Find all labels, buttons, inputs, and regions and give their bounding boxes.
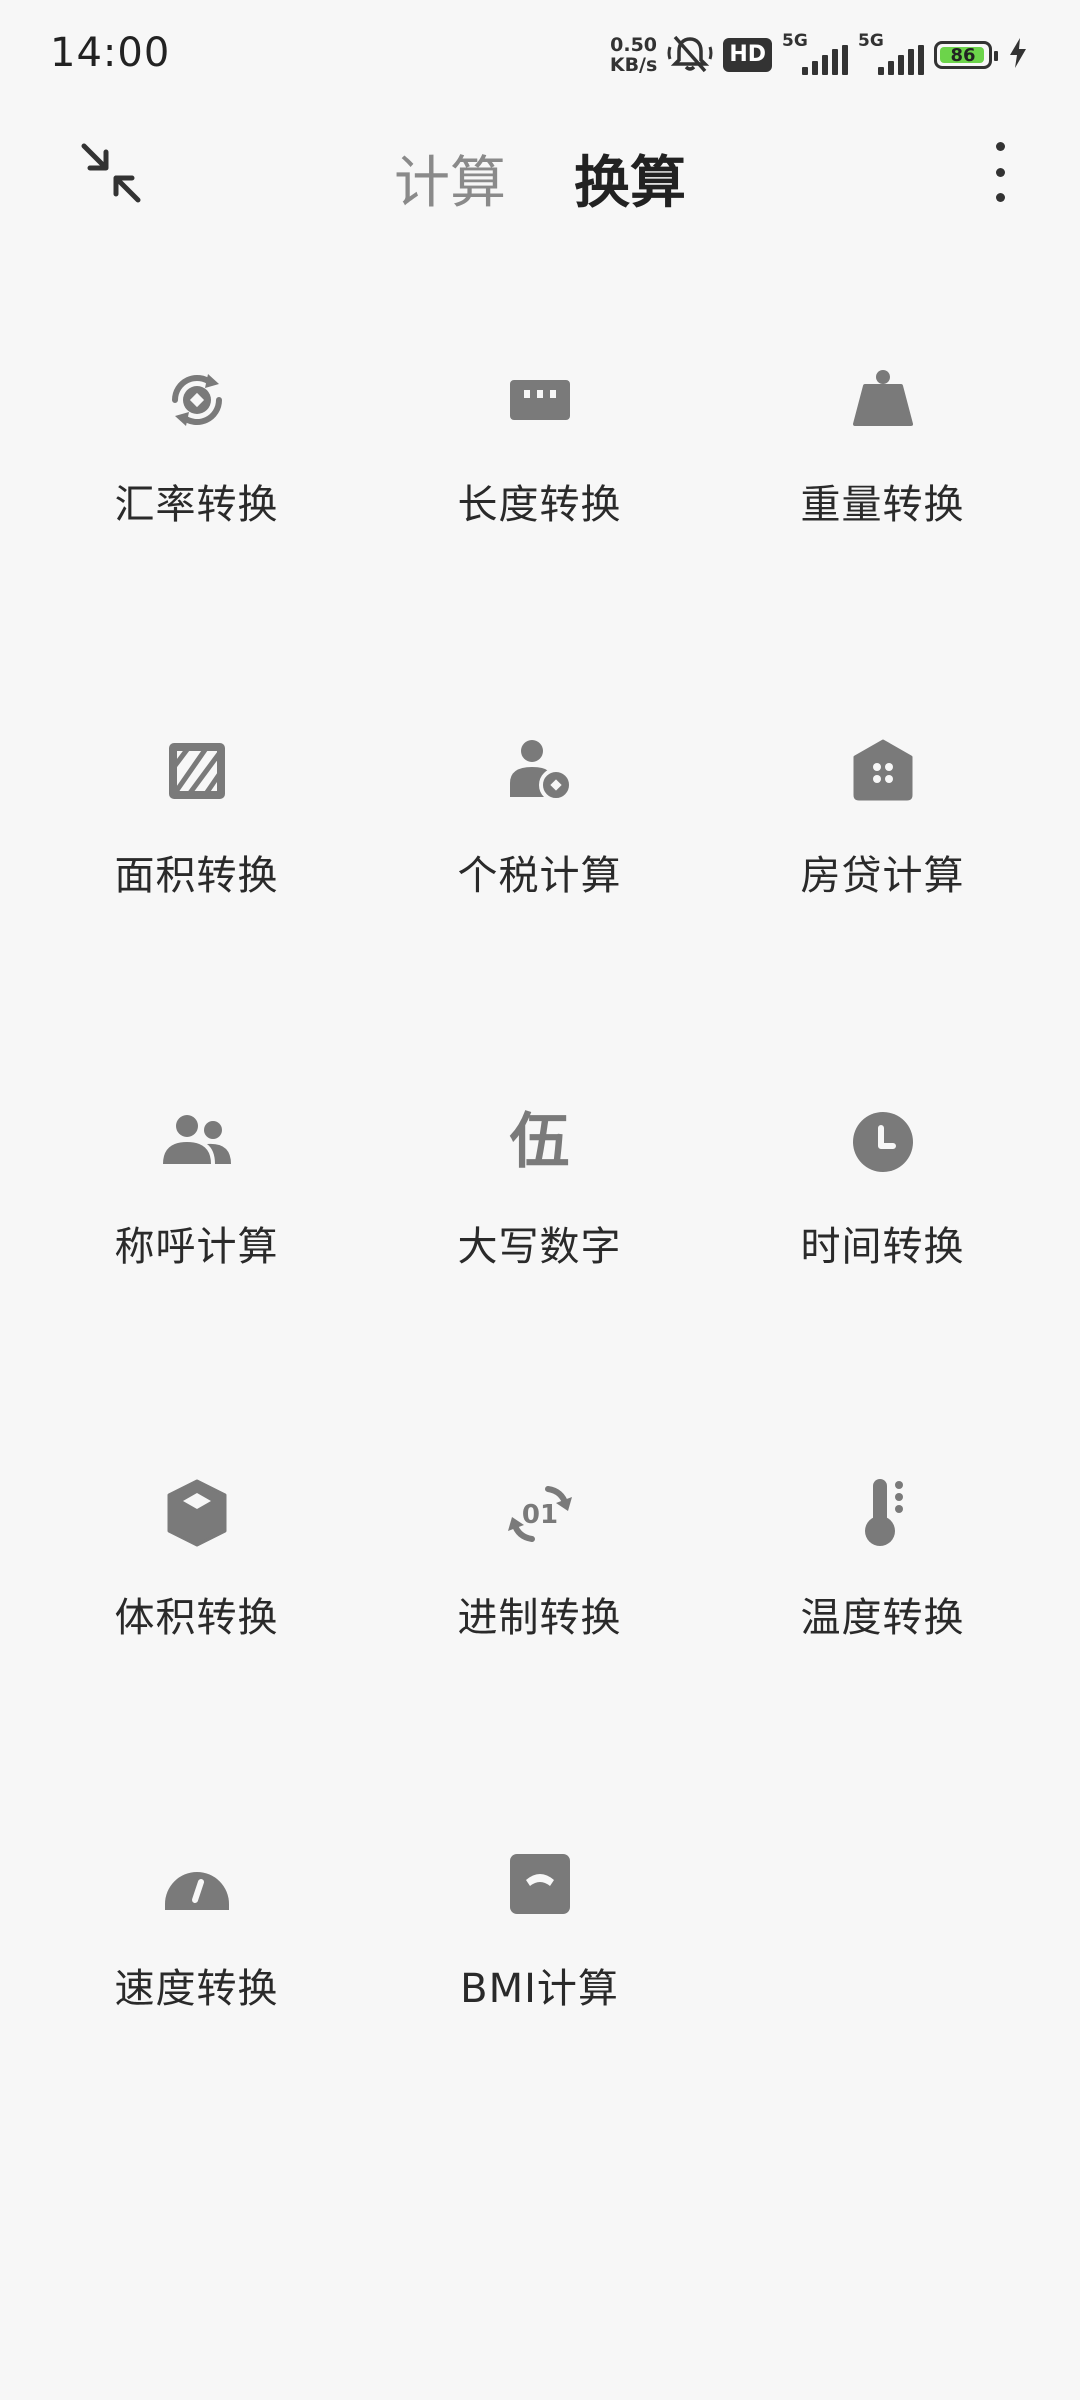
tab-calculate[interactable]: 计算	[394, 130, 506, 227]
tab-convert[interactable]: 换算	[574, 130, 686, 227]
toolbar: 计算 换算	[0, 110, 1080, 235]
ruler-icon	[500, 360, 580, 440]
clock-icon	[843, 1102, 923, 1182]
network-speed-unit: KB/s	[609, 54, 658, 76]
converter-temperature[interactable]: 温度转换	[711, 1433, 1054, 1804]
battery-level: 86	[950, 44, 976, 66]
number-base-icon: 01	[500, 1473, 580, 1553]
converter-label: 面积转换	[114, 853, 279, 899]
network-speed-value: 0.50	[610, 34, 658, 56]
converter-label: 大写数字	[457, 1224, 622, 1270]
weight-icon	[843, 360, 923, 440]
converter-uppercase-number[interactable]: 伍 大写数字	[368, 1062, 711, 1433]
status-icons: 0.50 KB/s HD 5G 5G 86	[610, 30, 1028, 80]
converter-currency-exchange[interactable]: 汇率转换	[25, 320, 368, 691]
converter-label: 温度转换	[800, 1595, 965, 1641]
converter-kinship[interactable]: 称呼计算	[25, 1062, 368, 1433]
charging-icon	[1008, 37, 1028, 73]
sim2-network-type: 5G	[858, 31, 884, 51]
converter-number-base[interactable]: 01 进制转换	[368, 1433, 711, 1804]
converter-speed[interactable]: 速度转换	[25, 1804, 368, 2175]
converter-label: 进制转换	[457, 1595, 622, 1641]
sim1-network-type: 5G	[782, 31, 808, 51]
person-tax-icon	[500, 731, 580, 811]
converter-weight[interactable]: 重量转换	[711, 320, 1054, 691]
converter-mortgage[interactable]: 房贷计算	[711, 691, 1054, 1062]
converter-label: 房贷计算	[800, 853, 965, 899]
uppercase-number-glyph: 伍	[509, 1107, 570, 1177]
currency-exchange-icon	[157, 360, 237, 440]
people-icon	[157, 1102, 237, 1182]
converter-volume[interactable]: 体积转换	[25, 1433, 368, 1804]
converter-label: 长度转换	[457, 482, 622, 528]
converter-label: 称呼计算	[114, 1224, 279, 1270]
area-icon	[157, 731, 237, 811]
converter-length[interactable]: 长度转换	[368, 320, 711, 691]
converter-label: BMI计算	[460, 1966, 619, 2012]
signal-sim1-icon: 5G	[782, 31, 848, 75]
status-time: 14:00	[50, 30, 171, 76]
hd-voice-badge: HD	[723, 38, 772, 72]
more-dot	[995, 142, 1005, 151]
more-dot	[995, 193, 1005, 202]
uppercase-number-icon: 伍	[500, 1102, 580, 1182]
thermometer-icon	[843, 1473, 923, 1553]
house-icon	[843, 731, 923, 811]
mode-tabs: 计算 换算	[0, 130, 1080, 227]
converter-label: 汇率转换	[114, 482, 279, 528]
converter-label: 个税计算	[457, 853, 622, 899]
more-options-button[interactable]	[980, 142, 1020, 202]
network-speed: 0.50 KB/s	[610, 35, 657, 75]
bmi-scale-icon	[500, 1844, 580, 1924]
converter-bmi[interactable]: BMI计算	[368, 1804, 711, 2175]
cube-icon	[157, 1473, 237, 1553]
battery-icon: 86	[934, 41, 998, 69]
speedometer-icon	[157, 1844, 237, 1924]
converter-label: 速度转换	[114, 1966, 279, 2012]
svg-text:01: 01	[521, 1500, 557, 1530]
muted-bell-icon	[667, 33, 713, 77]
converter-income-tax[interactable]: 个税计算	[368, 691, 711, 1062]
converter-label: 重量转换	[800, 482, 965, 528]
more-dot	[995, 167, 1005, 177]
converter-grid: 汇率转换 长度转换 重量转换 面积转换 个税计算 房贷计算 称呼计算 伍 大写数…	[0, 320, 1080, 2175]
signal-sim2-icon: 5G	[858, 31, 924, 75]
status-bar: 14:00 0.50 KB/s HD 5G 5G 86	[0, 0, 1080, 110]
converter-area[interactable]: 面积转换	[25, 691, 368, 1062]
converter-label: 时间转换	[800, 1224, 965, 1270]
converter-time[interactable]: 时间转换	[711, 1062, 1054, 1433]
converter-label: 体积转换	[114, 1595, 279, 1641]
